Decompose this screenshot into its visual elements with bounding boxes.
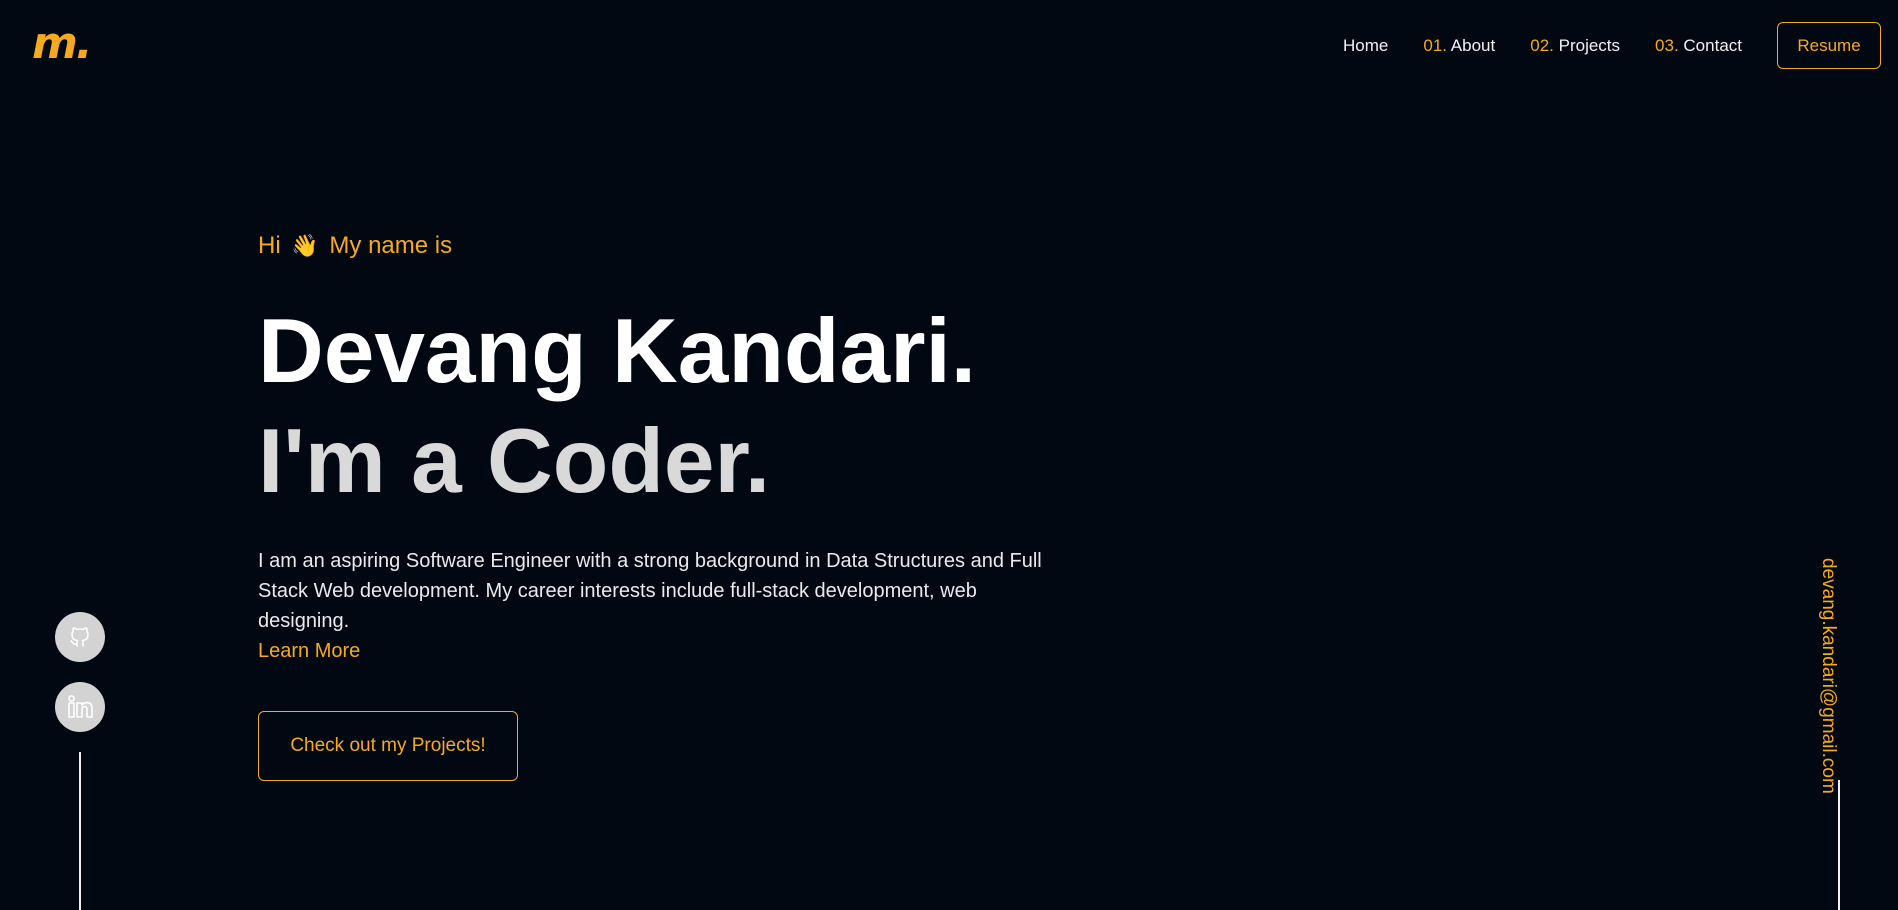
social-links <box>55 612 105 752</box>
nav-projects-number: 02. <box>1530 35 1554 55</box>
github-link[interactable] <box>55 612 105 662</box>
linkedin-link[interactable] <box>55 682 105 732</box>
social-divider-line <box>79 752 81 910</box>
email-divider-line <box>1838 780 1840 910</box>
hero-name: Devang Kandari. <box>258 301 977 402</box>
resume-button[interactable]: Resume <box>1777 22 1881 69</box>
nav-contact-link[interactable]: 03. Contact <box>1655 36 1742 56</box>
nav-contact-number: 03. <box>1655 35 1679 55</box>
greeting-suffix: My name is <box>329 232 453 259</box>
greeting: Hi 👋 My name is <box>258 232 452 260</box>
nav-contact-label: Contact <box>1683 35 1742 55</box>
email-link[interactable]: devang.kandari@gmail.com <box>1808 558 1848 794</box>
main-nav: Home 01. About 02. Projects 03. Contact … <box>1343 22 1881 69</box>
site-logo[interactable]: m. <box>32 14 93 74</box>
nav-home-link[interactable]: Home <box>1343 36 1388 56</box>
greeting-prefix: Hi <box>258 232 281 259</box>
hero-bio: I am an aspiring Software Engineer with … <box>258 550 1042 632</box>
check-projects-button[interactable]: Check out my Projects! <box>258 711 518 781</box>
waving-hand-icon: 👋 <box>291 233 319 258</box>
learn-more-link[interactable]: Learn More <box>258 636 360 666</box>
nav-projects-link[interactable]: 02. Projects <box>1530 36 1620 56</box>
nav-projects-label: Projects <box>1558 35 1621 55</box>
nav-about-number: 01. <box>1423 35 1447 55</box>
linkedin-icon <box>68 695 93 718</box>
hero-tagline: I'm a Coder. <box>258 411 771 512</box>
nav-about-label: About <box>1450 35 1496 55</box>
github-icon <box>70 627 89 647</box>
nav-about-link[interactable]: 01. About <box>1423 36 1495 56</box>
